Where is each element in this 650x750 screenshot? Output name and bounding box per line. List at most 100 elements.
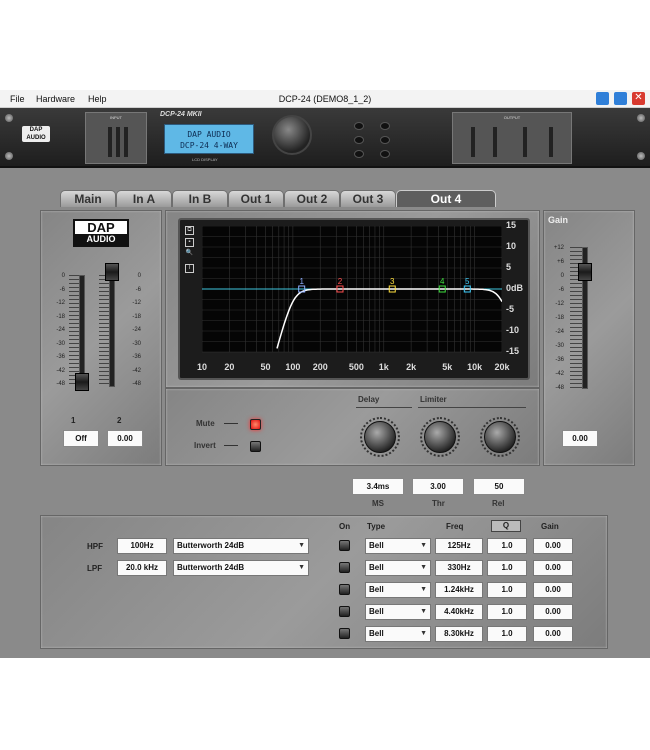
dynamics-panel: Mute Invert Delay Limiter <box>165 388 540 466</box>
peq-gain-field[interactable]: 0.00 <box>533 626 573 642</box>
rack-button[interactable] <box>380 150 390 158</box>
peq-type-select[interactable]: Bell ▼ <box>365 538 431 554</box>
scale-label: -36 <box>56 354 65 360</box>
gain-scale-label: -24 <box>555 329 564 335</box>
lpf-type-value: Butterworth 24dB <box>177 563 245 572</box>
restore-icon[interactable] <box>596 92 609 105</box>
zoom-icon[interactable]: 🔍 <box>185 250 194 259</box>
hpf-freq-field[interactable]: 100Hz <box>117 538 167 554</box>
peq-freq-field[interactable]: 125Hz <box>435 538 483 554</box>
rack-button[interactable] <box>354 136 364 144</box>
eq-graph[interactable]: ⧉ ▪ 🔍 T 1 2 3 4 5 15 10 5 0dB -5 -10 -15 10 20 50 100 2… <box>178 218 530 380</box>
input-gain-value[interactable]: 0.00 <box>107 430 143 447</box>
tab-out-2[interactable]: Out 2 <box>284 190 340 207</box>
scale-label: -12 <box>56 300 65 306</box>
tab-in-b[interactable]: In B <box>172 190 228 207</box>
eq-x-tick: 20k <box>494 362 510 372</box>
peq-type-select[interactable]: Bell ▼ <box>365 626 431 642</box>
invert-button[interactable] <box>250 441 261 452</box>
gain-fader-handle[interactable] <box>578 263 592 281</box>
peq-gain-field[interactable]: 0.00 <box>533 582 573 598</box>
peq-header-q[interactable]: Q <box>491 520 521 532</box>
peq-q-field[interactable]: 1.0 <box>487 538 527 554</box>
lcd-display: DAP AUDIO DCP-24 4-WAY <box>164 124 254 154</box>
delay-label: Delay <box>358 395 380 404</box>
close-icon[interactable]: ✕ <box>632 92 645 105</box>
text-icon[interactable]: T <box>185 264 194 273</box>
rack-button[interactable] <box>354 122 364 130</box>
dap-audio-logo: DAP AUDIO <box>73 219 129 247</box>
peq-type-select[interactable]: Bell ▼ <box>365 582 431 598</box>
mute-button[interactable] <box>250 419 261 430</box>
mute-line <box>224 423 238 424</box>
lpf-type-select[interactable]: Butterworth 24dB ▼ <box>173 560 309 576</box>
gain-scale-label: -12 <box>555 301 564 307</box>
eq-plot[interactable]: 1 2 3 4 5 <box>202 226 502 360</box>
eq-x-tick: 200 <box>312 362 328 372</box>
peq-type-value: Bell <box>369 541 384 550</box>
peq-type-select[interactable]: Bell ▼ <box>365 604 431 620</box>
threshold-knob[interactable] <box>424 421 456 453</box>
tab-out-3[interactable]: Out 3 <box>340 190 396 207</box>
scale-label: -42 <box>56 367 65 374</box>
peq-on-toggle[interactable] <box>339 584 350 595</box>
fader-1-track[interactable] <box>79 275 85 387</box>
peq-q-field[interactable]: 1.0 <box>487 582 527 598</box>
threshold-value[interactable]: 3.00 <box>412 478 464 495</box>
peq-on-toggle[interactable] <box>339 628 350 639</box>
peq-on-toggle[interactable] <box>339 606 350 617</box>
scale-label: -48 <box>132 381 141 387</box>
eq-y-tick: -5 <box>506 304 515 314</box>
peq-gain-field[interactable]: 0.00 <box>533 604 573 620</box>
gain-scale-label: -30 <box>555 343 564 349</box>
peq-type-select[interactable]: Bell ▼ <box>365 560 431 576</box>
peq-freq-field[interactable]: 8.30kHz <box>435 626 483 642</box>
peq-on-toggle[interactable] <box>339 562 350 573</box>
release-value[interactable]: 50 <box>473 478 525 495</box>
camera-icon[interactable]: ▪ <box>185 238 194 247</box>
fader-1-handle[interactable] <box>75 373 89 391</box>
off-button[interactable]: Off <box>63 430 99 447</box>
peq-q-field[interactable]: 1.0 <box>487 604 527 620</box>
meter-bar <box>124 127 128 157</box>
gain-scale-label: +12 <box>553 245 564 251</box>
tab-main[interactable]: Main <box>60 190 116 207</box>
gain-value[interactable]: 0.00 <box>562 430 598 447</box>
peq-gain-field[interactable]: 0.00 <box>533 538 573 554</box>
peq-freq-field[interactable]: 4.40kHz <box>435 604 483 620</box>
hpf-type-select[interactable]: Butterworth 24dB ▼ <box>173 538 309 554</box>
meter-bar <box>116 127 120 157</box>
rack-button[interactable] <box>354 150 364 158</box>
eq-x-tick: 20 <box>224 362 235 372</box>
eq-x-tick: 500 <box>348 362 364 372</box>
rack-logo: DAP AUDIO <box>22 126 50 142</box>
copy-icon[interactable]: ⧉ <box>185 226 194 235</box>
maximize-icon[interactable] <box>614 92 627 105</box>
peq-q-field[interactable]: 1.0 <box>487 626 527 642</box>
release-knob[interactable] <box>484 421 516 453</box>
peq-header-type: Type <box>367 522 386 531</box>
fader-2-handle[interactable] <box>105 263 119 281</box>
peq-type-value: Bell <box>369 629 384 638</box>
limiter-underline <box>418 407 526 408</box>
peq-header-on: On <box>339 522 351 531</box>
peq-on-toggle[interactable] <box>339 540 350 551</box>
eq-y-tick: -10 <box>506 325 520 335</box>
delay-knob[interactable] <box>364 421 396 453</box>
rack-button[interactable] <box>380 136 390 144</box>
peq-q-field[interactable]: 1.0 <box>487 560 527 576</box>
meter-bar <box>549 127 553 157</box>
lpf-label: LPF <box>87 564 103 573</box>
peq-gain-field[interactable]: 0.00 <box>533 560 573 576</box>
tab-out-4[interactable]: Out 4 <box>396 190 496 207</box>
main-knob[interactable] <box>272 115 312 155</box>
tab-in-a[interactable]: In A <box>116 190 172 207</box>
rack-button[interactable] <box>380 122 390 130</box>
screw-icon <box>637 114 645 122</box>
peq-freq-field[interactable]: 1.24kHz <box>435 582 483 598</box>
fader-2-track[interactable] <box>109 275 115 387</box>
lpf-freq-field[interactable]: 20.0 kHz <box>117 560 167 576</box>
delay-value[interactable]: 3.4ms <box>352 478 404 495</box>
tab-out-1[interactable]: Out 1 <box>228 190 284 207</box>
peq-freq-field[interactable]: 330Hz <box>435 560 483 576</box>
